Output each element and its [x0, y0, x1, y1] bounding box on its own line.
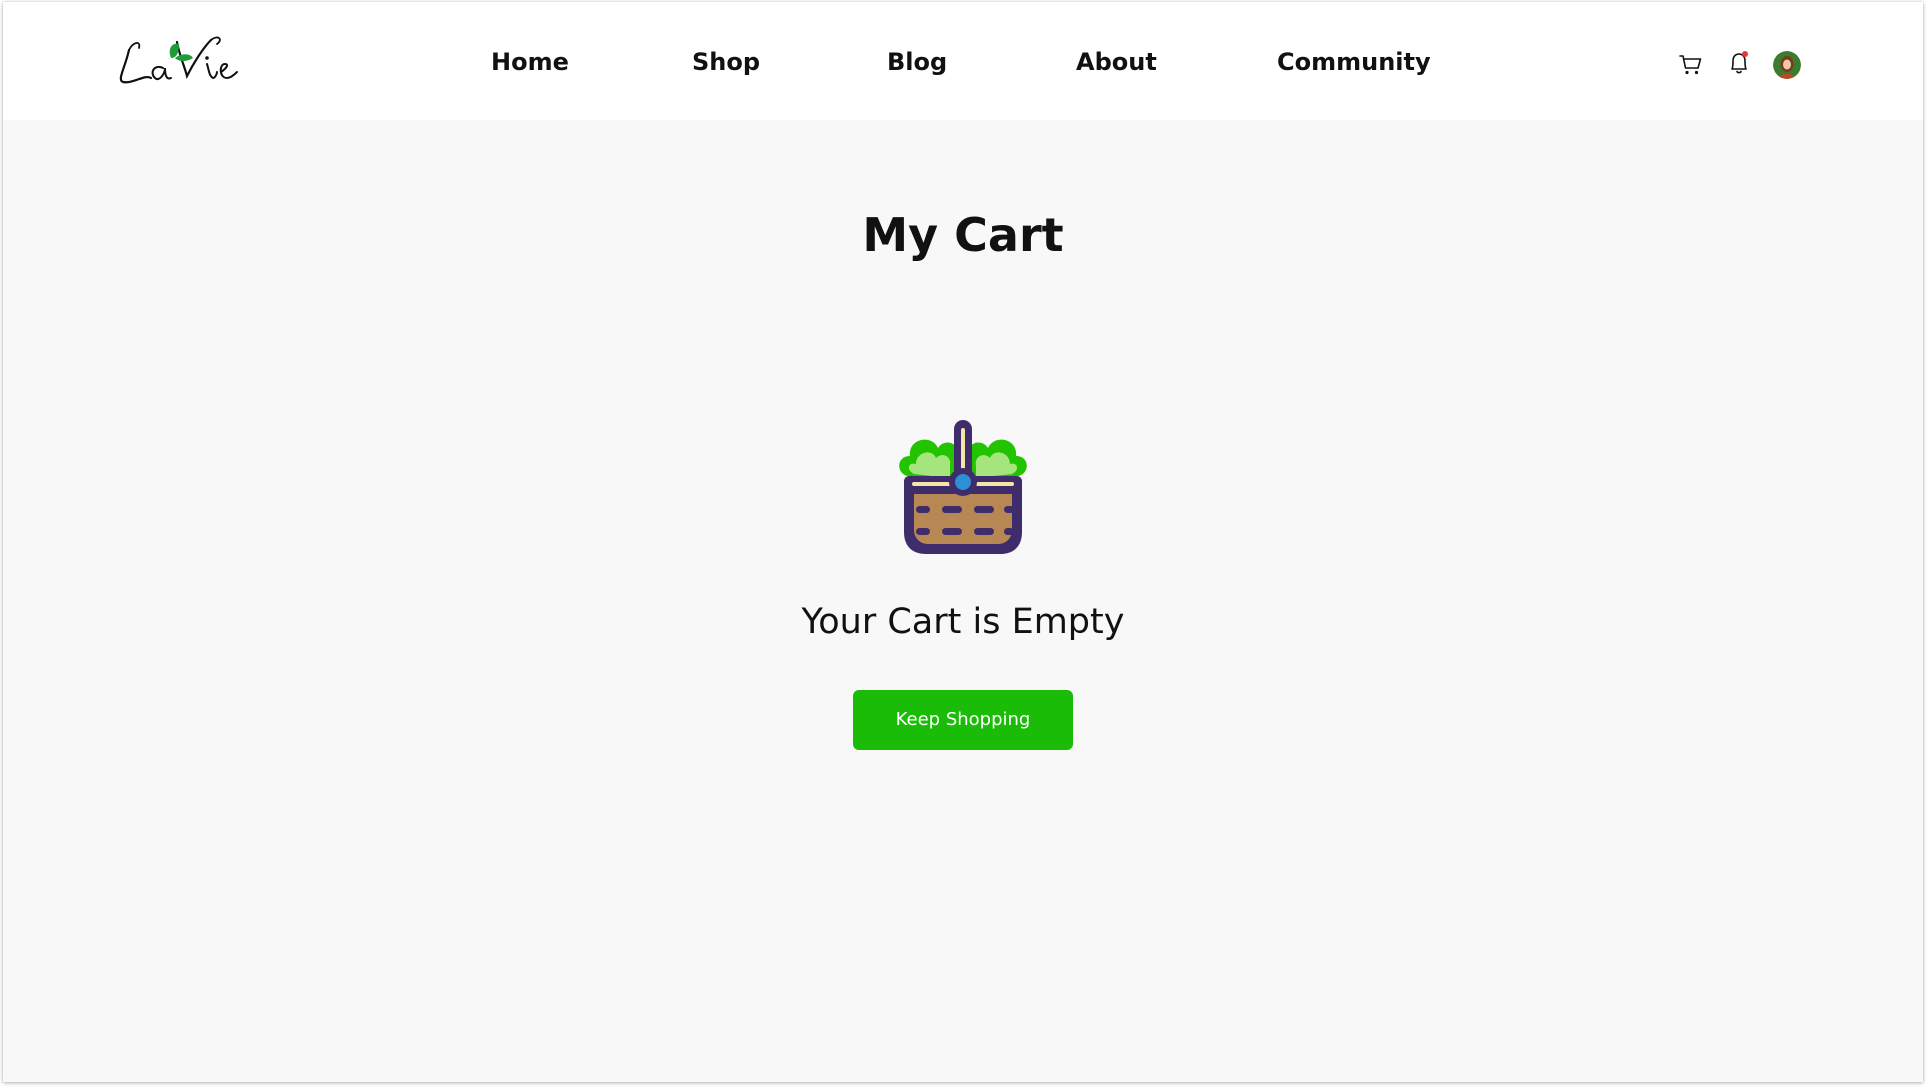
nav-blog[interactable]: Blog — [887, 48, 947, 76]
basket-icon — [899, 420, 1027, 554]
page-title: My Cart — [862, 208, 1064, 262]
cart-icon[interactable] — [1679, 54, 1703, 76]
nav-community[interactable]: Community — [1277, 48, 1431, 76]
empty-cart-message: Your Cart is Empty — [801, 602, 1125, 642]
notification-dot — [1742, 51, 1748, 57]
bell-icon[interactable] — [1728, 50, 1750, 76]
nav-home[interactable]: Home — [491, 48, 569, 76]
keep-shopping-button[interactable]: Keep Shopping — [853, 690, 1073, 750]
top-header: Home Shop Blog About Community — [3, 2, 1923, 120]
main-nav: Home Shop Blog About Community — [3, 2, 1923, 128]
nav-about[interactable]: About — [1076, 48, 1157, 76]
avatar[interactable] — [1773, 51, 1801, 79]
page-frame: Home Shop Blog About Community My Cart Y… — [3, 2, 1923, 1082]
nav-shop[interactable]: Shop — [692, 48, 760, 76]
